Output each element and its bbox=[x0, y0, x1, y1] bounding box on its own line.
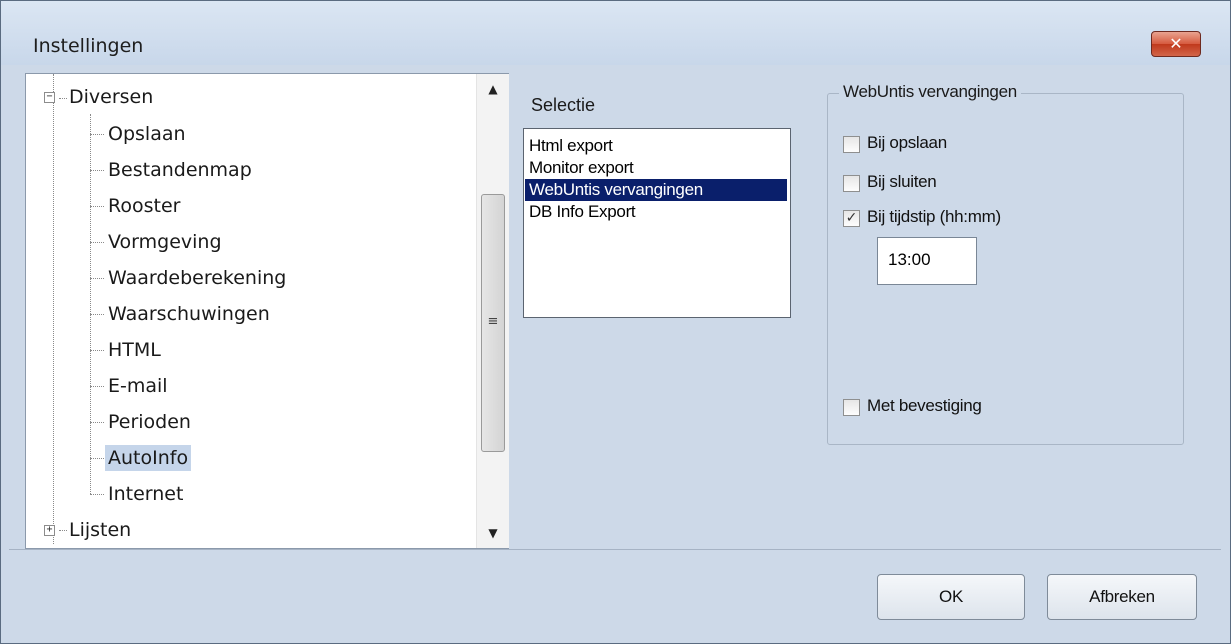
tree-item-diversen[interactable]: Diversen bbox=[69, 84, 153, 110]
tree-connector bbox=[59, 530, 67, 531]
scroll-down-icon[interactable]: ▼ bbox=[477, 518, 509, 548]
tree-connector bbox=[90, 314, 104, 315]
tree-item-perioden[interactable]: Perioden bbox=[108, 409, 191, 435]
tree-item-opslaan[interactable]: Opslaan bbox=[108, 121, 186, 147]
bij-opslaan-checkbox[interactable] bbox=[843, 136, 860, 153]
ok-button[interactable]: OK bbox=[877, 574, 1025, 620]
tree-content: − Diversen Opslaan Bestandenmap Rooster … bbox=[26, 74, 476, 548]
tree-scrollbar[interactable]: ▲ ≡ ▼ bbox=[476, 74, 509, 548]
tree-connector bbox=[90, 422, 104, 423]
bij-sluiten-label[interactable]: Bij sluiten bbox=[867, 172, 937, 192]
tree-item-email[interactable]: E-mail bbox=[108, 373, 168, 399]
close-button[interactable]: ✕ bbox=[1151, 31, 1201, 57]
tree-item-rooster[interactable]: Rooster bbox=[108, 193, 180, 219]
tree-connector bbox=[90, 278, 104, 279]
title-bar[interactable]: Instellingen ✕ bbox=[1, 1, 1230, 65]
selectie-label: Selectie bbox=[531, 95, 596, 115]
list-item-monitor-export[interactable]: Monitor export bbox=[529, 157, 634, 179]
window-title: Instellingen bbox=[33, 35, 144, 57]
tree-connector bbox=[90, 242, 104, 243]
selectie-listbox[interactable]: Html export Monitor export WebUntis verv… bbox=[523, 128, 791, 318]
bij-opslaan-label[interactable]: Bij opslaan bbox=[867, 133, 947, 153]
close-icon: ✕ bbox=[1169, 34, 1183, 53]
tree-root-line bbox=[53, 74, 54, 544]
time-input[interactable]: 13:00 bbox=[877, 237, 977, 285]
list-item-html-export[interactable]: Html export bbox=[529, 135, 613, 157]
tree-item-html[interactable]: HTML bbox=[108, 337, 161, 363]
tree-connector bbox=[90, 386, 104, 387]
tree-connector bbox=[90, 494, 104, 495]
list-item-webuntis-vervangingen[interactable]: WebUntis vervangingen bbox=[525, 179, 787, 201]
settings-tree[interactable]: − Diversen Opslaan Bestandenmap Rooster … bbox=[25, 73, 509, 549]
bij-tijdstip-checkbox[interactable]: ✓ bbox=[843, 210, 860, 227]
met-bevestiging-label[interactable]: Met bevestiging bbox=[867, 396, 982, 416]
tree-item-waardeberekening[interactable]: Waardeberekening bbox=[108, 265, 286, 291]
cancel-button[interactable]: Afbreken bbox=[1047, 574, 1197, 620]
tree-item-internet[interactable]: Internet bbox=[108, 481, 183, 507]
tree-item-bestandenmap[interactable]: Bestandenmap bbox=[108, 157, 252, 183]
settings-dialog: Instellingen ✕ − Diversen Opslaan Bestan… bbox=[0, 0, 1231, 644]
tree-item-vormgeving[interactable]: Vormgeving bbox=[108, 229, 222, 255]
tree-branch-line bbox=[90, 114, 91, 494]
tree-connector bbox=[90, 134, 104, 135]
tree-connector bbox=[90, 458, 104, 459]
tree-item-waarschuwingen[interactable]: Waarschuwingen bbox=[108, 301, 270, 327]
checkmark-icon: ✓ bbox=[845, 210, 858, 226]
list-item-db-info-export[interactable]: DB Info Export bbox=[529, 201, 636, 223]
collapse-toggle-icon[interactable]: − bbox=[44, 92, 55, 103]
met-bevestiging-checkbox[interactable] bbox=[843, 399, 860, 416]
bij-tijdstip-label[interactable]: Bij tijdstip (hh:mm) bbox=[867, 207, 1001, 227]
tree-connector bbox=[59, 98, 67, 99]
webuntis-group-title: WebUntis vervangingen bbox=[839, 82, 1021, 102]
bij-sluiten-checkbox[interactable] bbox=[843, 175, 860, 192]
footer-separator bbox=[9, 549, 1221, 550]
scroll-thumb[interactable]: ≡ bbox=[481, 194, 505, 452]
scroll-grip-icon: ≡ bbox=[487, 314, 499, 329]
tree-connector bbox=[90, 350, 104, 351]
expand-toggle-icon[interactable]: + bbox=[44, 525, 55, 536]
tree-item-lijsten[interactable]: Lijsten bbox=[69, 517, 131, 543]
scroll-up-icon[interactable]: ▲ bbox=[477, 74, 509, 104]
tree-connector bbox=[90, 206, 104, 207]
tree-connector bbox=[90, 170, 104, 171]
tree-item-autoinfo[interactable]: AutoInfo bbox=[105, 445, 192, 471]
